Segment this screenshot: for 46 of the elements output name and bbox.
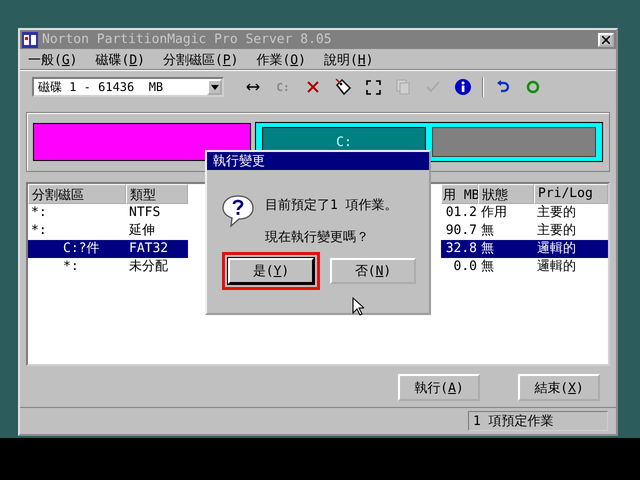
table-cell-text: 邏輯的 bbox=[536, 258, 577, 276]
info-icon[interactable] bbox=[452, 76, 474, 98]
close-icon bbox=[602, 36, 610, 44]
menu-item[interactable]: 作業(O) bbox=[256, 51, 306, 67]
app-icon bbox=[22, 32, 38, 48]
dialog-button[interactable]: 否(N) bbox=[330, 258, 416, 284]
column-header[interactable]: 分割磁區 bbox=[28, 184, 126, 204]
table-cell-text: 90.7 bbox=[444, 222, 478, 240]
table-cell-text: 作用 bbox=[480, 204, 508, 222]
logical-partition-block[interactable] bbox=[432, 127, 596, 157]
table-cell-text: 主要的 bbox=[536, 204, 577, 222]
table-cell: 32.8 bbox=[441, 240, 478, 258]
question-icon bbox=[221, 194, 255, 228]
table-cell[interactable]: *: bbox=[28, 204, 126, 222]
window-title: Norton PartitionMagic Pro Server 8.05 bbox=[42, 32, 333, 47]
table-cell-text: 未分配 bbox=[128, 258, 169, 276]
dialog-message: 目前預定了1 項作業。 bbox=[265, 197, 398, 214]
table-cell: 無 bbox=[478, 240, 534, 258]
close-button[interactable] bbox=[598, 32, 614, 46]
dialog-button[interactable]: 是(Y) bbox=[228, 258, 314, 284]
dialog-title: 執行變更 bbox=[207, 152, 429, 170]
disk-select[interactable]: 磁碟 1 - 61436 MB bbox=[32, 77, 224, 97]
table-cell-text: 延伸 bbox=[128, 222, 156, 240]
table-cell-text: 0.0 bbox=[452, 258, 478, 276]
dialog-question: 現在執行變更嗎？ bbox=[265, 229, 370, 246]
table-cell: FAT32 bbox=[126, 240, 188, 258]
table-cell-text: 主要的 bbox=[536, 222, 577, 240]
table-cell: 邏輯的 bbox=[534, 240, 608, 258]
menu-item[interactable]: 分割磁區(P) bbox=[162, 51, 238, 67]
status-text: 1 項預定作業 bbox=[468, 411, 608, 431]
menu-item[interactable]: 磁碟(D) bbox=[95, 51, 145, 67]
menu-item[interactable]: 一般(G) bbox=[28, 51, 78, 67]
table-cell[interactable]: *: bbox=[28, 222, 126, 240]
dialog-button[interactable]: 結束(X) bbox=[518, 374, 600, 401]
column-header[interactable]: Pri/Log bbox=[534, 184, 608, 204]
menu-item[interactable]: 說明(H) bbox=[324, 51, 374, 67]
table-cell-text: NTFS bbox=[128, 204, 162, 222]
table-cell-text: 無 bbox=[480, 222, 495, 240]
table-cell-text: 01.2 bbox=[444, 204, 478, 222]
dialog-button[interactable]: 執行(A) bbox=[398, 374, 480, 401]
column-header[interactable]: 類型 bbox=[126, 184, 188, 204]
table-cell-text: 無 bbox=[480, 258, 495, 276]
table-cell[interactable]: *: bbox=[28, 258, 126, 276]
column-header[interactable]: 狀態 bbox=[478, 184, 534, 204]
mouse-cursor-icon bbox=[352, 297, 364, 316]
table-cell[interactable]: C:?件 bbox=[28, 240, 126, 258]
